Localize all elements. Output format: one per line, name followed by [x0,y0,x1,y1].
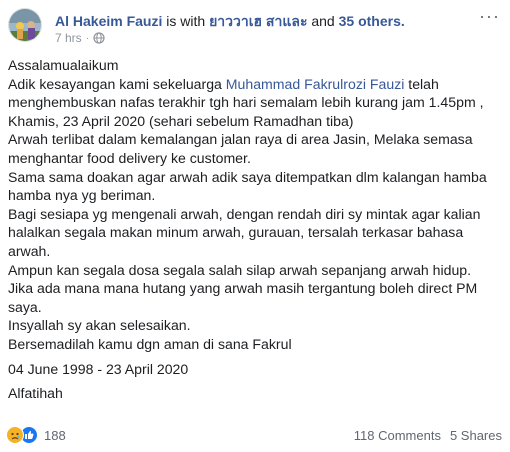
post-line-closing: Alfatihah [8,385,63,402]
post-line-part: Adik kesayangan kami sekeluarga [8,75,226,92]
reactions-summary[interactable]: 188 [6,426,66,444]
sad-reaction-icon [6,426,24,444]
post-line: Khamis, 23 April 2020 (sehari sebelum Ra… [8,112,354,129]
post-line: menghantar food delivery ke customer. [8,149,251,166]
post-line-dates: 04 June 1998 - 23 April 2020 [8,360,189,377]
post-line: Adik kesayangan kami sekeluarga Muhammad… [8,75,504,94]
meta-separator: · [85,32,90,44]
author-name[interactable]: Al Hakeim Fauzi [55,13,162,29]
author-line: Al Hakeim Fauzi is with ยาววาเฮ สาและ an… [55,11,405,33]
comments-count-link[interactable]: 118 Comments [354,428,441,443]
post-header: Al Hakeim Fauzi is with ยาววาเฮ สาและ an… [8,6,502,48]
with-text: is with [166,13,206,29]
post-line: saya. [8,298,42,315]
engagement-stats: 118 Comments 5 Shares [354,428,502,443]
post-text: Assalamualaikum Adik kesayangan kami sek… [8,56,504,403]
post-line: Insyallah sy akan selesaikan. [8,317,191,334]
reaction-count: 188 [44,427,66,443]
mention-link[interactable]: Muhammad Fakrulrozi Fauzi [226,76,405,92]
globe-icon [93,32,105,44]
post-line: Bersemadilah kamu dgn aman di sana Fakru… [8,335,292,352]
avatar-image [9,9,41,41]
post-line: Sama sama doakan agar arwah adik saya di… [8,168,487,185]
post-meta: 7 hrs · [55,31,105,45]
post-line: Bagi sesiapa yg mengenali arwah, dengan … [8,205,481,222]
post-line: arwah. [8,242,51,259]
post-line: Arwah terlibat dalam kemalangan jalan ra… [8,131,473,148]
more-options-button[interactable]: ··· [479,6,500,27]
post-line: Ampun kan segala dosa segala salah silap… [8,261,472,278]
post-time[interactable]: 7 hrs [55,31,82,45]
tagged-others-link[interactable]: 35 others. [339,13,405,29]
post-line: halalkan segala makan minum arwah, gurau… [8,224,464,241]
post-line-part: telah [404,75,439,92]
post-line: hamba nya yg beriman. [8,187,156,204]
post-line: Jika ada mana mana hutang yang arwah mas… [8,280,478,297]
and-text: and [311,13,335,29]
post-line: menghembuskan nafas terakhir tgh hari se… [8,94,484,111]
author-avatar[interactable] [8,8,42,42]
post-line: Assalamualaikum [8,57,119,73]
shares-count-link[interactable]: 5 Shares [450,428,502,443]
post-footer: 188 118 Comments 5 Shares [6,424,502,446]
tagged-person[interactable]: ยาววาเฮ สาและ [209,13,307,29]
